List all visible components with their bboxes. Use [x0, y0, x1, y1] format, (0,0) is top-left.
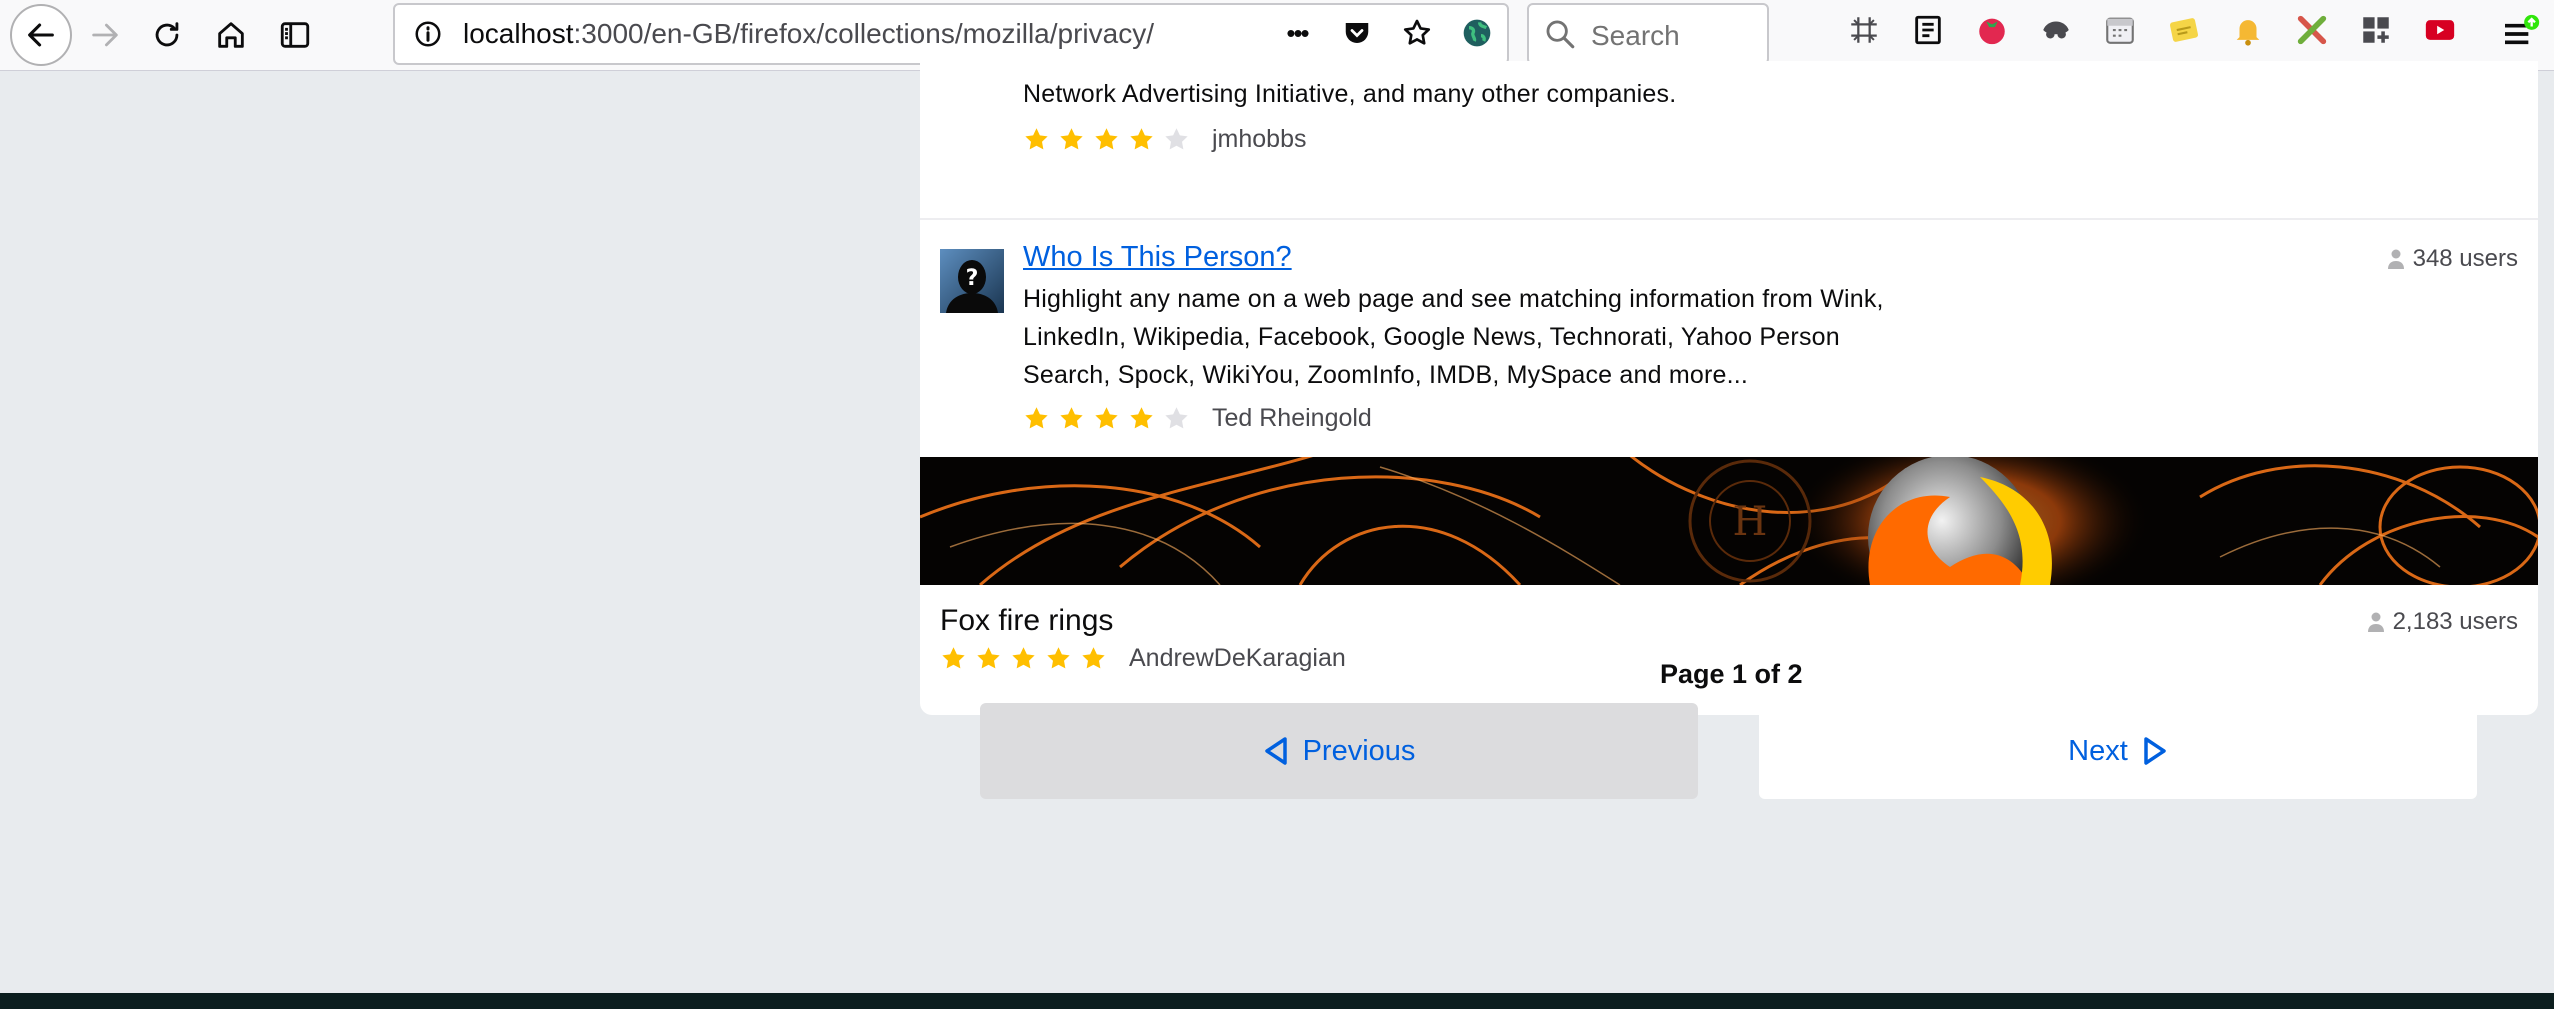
star-filled-icon: [1060, 407, 1083, 429]
tools-icon: [2297, 15, 2327, 45]
star-filled-icon: [1082, 647, 1105, 669]
globe-icon: [1463, 19, 1491, 47]
spy-extension-button[interactable]: [2036, 10, 2076, 50]
url-bar[interactable]: localhost:3000/en-GB/firefox/collections…: [393, 3, 1509, 65]
arrow-left-icon: [28, 23, 54, 47]
sidebar-button[interactable]: [268, 8, 322, 62]
app-menu-button[interactable]: [2500, 14, 2540, 54]
document-icon: [1915, 15, 1941, 45]
tomato-timer-button[interactable]: [1972, 10, 2012, 50]
page-actions-button[interactable]: •••: [1277, 13, 1317, 53]
user-count: 348 users: [2387, 245, 2518, 273]
addon-title-link[interactable]: Who Is This Person?: [1023, 241, 1292, 274]
info-icon[interactable]: [413, 19, 443, 49]
video-button[interactable]: [2420, 10, 2460, 50]
extension-grid-button[interactable]: [1844, 10, 1884, 50]
play-video-icon: [2425, 20, 2455, 40]
tomato-icon: [1979, 18, 2005, 45]
star-filled-icon: [942, 647, 965, 669]
star-empty-icon: [1165, 407, 1188, 429]
bookmark-star-button[interactable]: [1397, 13, 1437, 53]
back-button[interactable]: [10, 4, 72, 66]
star-filled-icon: [1130, 407, 1153, 429]
star-filled-icon: [1025, 407, 1048, 429]
fire-rings-theme-graphic: H: [920, 457, 2538, 585]
star-filled-icon: [1095, 407, 1118, 429]
star-filled-icon: [1012, 647, 1035, 669]
reload-button[interactable]: [140, 8, 194, 62]
star-filled-icon: [1047, 647, 1070, 669]
calendar-icon: [2106, 17, 2134, 44]
pagination-label: Page 1 of 2: [1660, 659, 1803, 689]
url-host: localhost: [463, 18, 574, 49]
pocket-button[interactable]: [1337, 13, 1377, 53]
addon-rating-row: Ted Rheingold: [1023, 404, 1372, 433]
dashboard-button[interactable]: [2356, 10, 2396, 50]
theme-title[interactable]: Fox fire rings: [940, 604, 1113, 638]
addon-description: Network Advertising Initiative, and many…: [1023, 80, 1677, 108]
triangle-right-icon: [2144, 737, 2166, 765]
star-filled-icon: [1095, 128, 1118, 150]
search-bar[interactable]: Search: [1527, 3, 1769, 65]
arrow-right-icon: [92, 23, 118, 47]
divider: [920, 218, 2538, 220]
notes-icon: [2169, 18, 2199, 42]
notes-button[interactable]: [2164, 10, 2204, 50]
url-path: :3000/en-GB/firefox/collections/mozilla/…: [573, 18, 1154, 49]
star-rating: [1023, 405, 1190, 432]
hash-grid-icon: [1851, 17, 1877, 43]
more-icon: •••: [1286, 17, 1309, 48]
addon-rating-row: AndrewDeKaragian: [940, 644, 1346, 673]
addon-description: Highlight any name on a web page and see…: [1023, 285, 1884, 389]
addon-author[interactable]: Ted Rheingold: [1212, 404, 1372, 433]
bell-button[interactable]: [2228, 10, 2268, 50]
addon-thumbnail[interactable]: ?: [940, 249, 1004, 313]
search-placeholder: Search: [1591, 20, 1680, 51]
vpn-globe-button[interactable]: [1457, 13, 1497, 53]
previous-label: Previous: [1302, 734, 1416, 767]
star-outline-icon: [1403, 19, 1431, 45]
page-content: Network Advertising Initiative, and many…: [0, 61, 2554, 1009]
addon-list-card: Network Advertising Initiative, and many…: [920, 61, 2538, 715]
spy-icon: [2043, 21, 2069, 39]
user-count-text: 2,183 users: [2392, 608, 2518, 635]
pocket-icon: [1345, 23, 1369, 43]
forward-button[interactable]: [78, 8, 132, 62]
star-rating: [1023, 126, 1190, 153]
svg-text:?: ?: [966, 266, 979, 291]
person-silhouette-icon: ?: [940, 249, 1004, 313]
addon-rating-row: jmhobbs: [1023, 125, 1307, 154]
reload-icon: [155, 22, 179, 47]
star-filled-icon: [1060, 128, 1083, 150]
hamburger-icon: [2505, 14, 2540, 45]
next-label: Next: [2068, 734, 2128, 767]
star-filled-icon: [977, 647, 1000, 669]
previous-page-button[interactable]: Previous: [980, 703, 1698, 799]
star-rating: [940, 645, 1107, 672]
user-count-text: 348 users: [2412, 245, 2518, 272]
user-icon: [2367, 612, 2384, 632]
user-count: 2,183 users: [2367, 608, 2518, 636]
theme-preview-image[interactable]: H: [920, 457, 2538, 585]
calendar-button[interactable]: [2100, 10, 2140, 50]
home-button[interactable]: [204, 8, 258, 62]
url-text[interactable]: localhost:3000/en-GB/firefox/collections…: [463, 18, 1154, 50]
sidebar-icon: [280, 22, 310, 48]
svg-text:H: H: [1733, 499, 1768, 545]
next-page-button[interactable]: Next: [1759, 703, 2477, 799]
addon-author[interactable]: jmhobbs: [1212, 125, 1307, 154]
triangle-left-icon: [1264, 737, 1287, 765]
user-icon: [2387, 249, 2404, 269]
star-empty-icon: [1165, 128, 1188, 150]
search-icon: [1546, 20, 1575, 49]
addon-author[interactable]: AndrewDeKaragian: [1129, 644, 1346, 673]
star-filled-icon: [1025, 128, 1048, 150]
reader-button[interactable]: [1908, 10, 1948, 50]
dashboard-icon: [2363, 17, 2389, 43]
bell-icon: [2236, 20, 2260, 46]
home-icon: [218, 22, 244, 48]
star-filled-icon: [1130, 128, 1153, 150]
page-footer: [0, 993, 2554, 1009]
tools-button[interactable]: [2292, 10, 2332, 50]
